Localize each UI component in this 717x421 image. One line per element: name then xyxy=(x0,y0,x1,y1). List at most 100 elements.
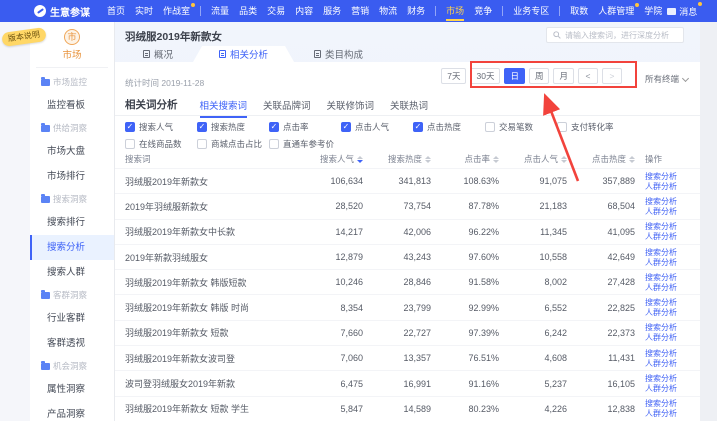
analysis-subtab[interactable]: 相关搜索词 xyxy=(200,98,248,112)
crowd-analysis-link[interactable]: 人群分析 xyxy=(645,182,700,191)
crowd-analysis-link[interactable]: 人群分析 xyxy=(645,359,700,368)
nav-item[interactable]: 流量 xyxy=(206,0,234,22)
crowd-analysis-link[interactable]: 人群分析 xyxy=(645,384,700,393)
search-analysis-link[interactable]: 搜索分析 xyxy=(645,374,700,383)
nav-item[interactable]: 内容 xyxy=(290,0,318,22)
range-button[interactable]: 7天 xyxy=(441,68,466,84)
sidebar-item[interactable]: 客群透视 xyxy=(30,331,114,356)
next-page-button[interactable]: > xyxy=(602,68,622,84)
nav-item[interactable]: 业务专区 xyxy=(508,0,554,22)
analysis-subtab[interactable]: 关联品牌词 xyxy=(263,98,311,112)
click-heat-cell: 22,373 xyxy=(567,328,635,338)
filter-checkbox[interactable]: 点击热度 xyxy=(413,121,485,133)
search-analysis-link[interactable]: 搜索分析 xyxy=(645,349,700,358)
sidebar-item[interactable]: 市场排行 xyxy=(30,164,114,189)
nav-item[interactable]: 实时 xyxy=(130,0,158,22)
range-button[interactable]: 日 xyxy=(504,68,525,84)
search-box[interactable] xyxy=(546,27,684,43)
filter-checkbox[interactable]: 交易笔数 xyxy=(485,121,557,133)
analysis-subtab[interactable]: 关联热词 xyxy=(390,98,428,112)
search-analysis-link[interactable]: 搜索分析 xyxy=(645,172,700,181)
nav-item[interactable]: 交易 xyxy=(262,0,290,22)
nav-item[interactable]: 服务 xyxy=(318,0,346,22)
filter-checkbox[interactable]: 商城点击占比 xyxy=(197,138,269,150)
search-input[interactable] xyxy=(565,31,677,40)
analysis-subtab[interactable]: 关联修饰词 xyxy=(327,98,375,112)
filter-checkbox[interactable]: 点击人气 xyxy=(341,121,413,133)
crowd-analysis-link[interactable]: 人群分析 xyxy=(645,207,700,216)
nav-item[interactable] xyxy=(502,6,503,16)
nav-item[interactable]: 取数 xyxy=(565,0,593,22)
crowd-analysis-link[interactable]: 人群分析 xyxy=(645,232,700,241)
filter-checkbox[interactable]: 在线商品数 xyxy=(125,138,197,150)
range-button[interactable]: 30天 xyxy=(470,68,500,84)
sidebar-item[interactable]: 搜索洞察 xyxy=(30,189,114,210)
search-analysis-link[interactable]: 搜索分析 xyxy=(645,222,700,231)
terminal-dropdown[interactable]: 所有终端 xyxy=(645,73,688,85)
range-button[interactable]: 周 xyxy=(529,68,550,84)
crowd-analysis-link[interactable]: 人群分析 xyxy=(645,283,700,292)
filter-checkbox[interactable]: 搜索人气 xyxy=(125,121,197,133)
sidebar-item[interactable]: 监控看板 xyxy=(30,93,114,118)
actions-cell: 搜索分析 人群分析 xyxy=(635,197,700,216)
nav-item[interactable]: 品类 xyxy=(234,0,262,22)
col-search-heat[interactable]: 搜索热度 xyxy=(363,153,431,165)
col-click-popularity[interactable]: 点击人气 xyxy=(499,153,567,165)
sidebar-item[interactable]: 机会洞察 xyxy=(30,356,114,377)
prev-page-button[interactable]: < xyxy=(578,68,598,84)
search-popularity-cell: 7,660 xyxy=(295,328,363,338)
search-analysis-link[interactable]: 搜索分析 xyxy=(645,248,700,257)
nav-item[interactable]: 营销 xyxy=(346,0,374,22)
search-analysis-link[interactable]: 搜索分析 xyxy=(645,399,700,408)
nav-item[interactable] xyxy=(435,6,436,16)
click-heat-cell: 22,825 xyxy=(567,303,635,313)
search-analysis-link[interactable]: 搜索分析 xyxy=(645,273,700,282)
col-search-popularity[interactable]: 搜索人气 xyxy=(295,153,363,165)
search-analysis-link[interactable]: 搜索分析 xyxy=(645,323,700,332)
folder-icon xyxy=(41,79,50,86)
nav-item[interactable] xyxy=(559,6,560,16)
nav-user[interactable]: 消息 xyxy=(667,5,697,18)
col-click-rate[interactable]: 点击率 xyxy=(431,153,499,165)
nav-item[interactable]: 学院 xyxy=(639,0,667,22)
sidebar-item[interactable]: 产品洞察 xyxy=(30,402,114,421)
range-button[interactable]: 月 xyxy=(553,68,574,84)
sidebar-item[interactable]: 行业客群 xyxy=(30,306,114,331)
crowd-analysis-link[interactable]: 人群分析 xyxy=(645,258,700,267)
nav-item[interactable]: 作战室 xyxy=(158,0,195,22)
crowd-analysis-link[interactable]: 人群分析 xyxy=(645,308,700,317)
header-tab[interactable]: 相关分析 xyxy=(193,46,294,62)
sidebar-item[interactable]: 供给洞察 xyxy=(30,118,114,139)
filter-checkbox[interactable]: 点击率 xyxy=(269,121,341,133)
header-tab[interactable]: 类目构成 xyxy=(294,46,383,62)
click-rate-cell: 80.23% xyxy=(431,404,499,414)
sidebar-item[interactable]: 市场监控 xyxy=(30,72,114,93)
sidebar-item[interactable]: 市场大盘 xyxy=(30,139,114,164)
nav-item[interactable]: 竞争 xyxy=(469,0,497,22)
search-heat-cell: 341,813 xyxy=(363,176,431,186)
sidebar-item[interactable]: 客群洞察 xyxy=(30,285,114,306)
sidebar-item[interactable]: 搜索排行 xyxy=(30,210,114,235)
nav-item[interactable]: 物流 xyxy=(374,0,402,22)
table-row: 波司登羽绒服女2019年新款 6,475 16,991 91.16% 5,237… xyxy=(115,370,700,395)
filter-checkbox[interactable]: 直通车参考价 xyxy=(269,138,341,150)
crowd-analysis-link[interactable]: 人群分析 xyxy=(645,333,700,342)
nav-item[interactable]: 市场 xyxy=(441,0,469,22)
sidebar-item[interactable]: 属性洞察 xyxy=(30,377,114,402)
nav-item[interactable]: 人群管理 xyxy=(593,0,639,22)
search-analysis-link[interactable]: 搜索分析 xyxy=(645,298,700,307)
nav-item[interactable]: 首页 xyxy=(102,0,130,22)
nav-item[interactable] xyxy=(200,6,201,16)
filter-checkbox[interactable]: 搜索热度 xyxy=(197,121,269,133)
nav-item[interactable]: 财务 xyxy=(402,0,430,22)
search-heat-cell: 43,243 xyxy=(363,252,431,262)
header-tab[interactable]: 概况 xyxy=(123,46,193,62)
sidebar-item[interactable]: 搜索人群 xyxy=(30,260,114,285)
filter-checkbox[interactable]: 支付转化率 xyxy=(557,121,629,133)
col-click-heat[interactable]: 点击热度 xyxy=(567,153,635,165)
search-analysis-link[interactable]: 搜索分析 xyxy=(645,197,700,206)
sidebar-item[interactable]: 搜索分析 xyxy=(30,235,114,260)
brand[interactable]: 生意参谋 xyxy=(34,4,90,19)
table-row: 羽绒服2019年新款女 韩版短款 10,246 28,846 91.58% 8,… xyxy=(115,269,700,294)
crowd-analysis-link[interactable]: 人群分析 xyxy=(645,409,700,418)
